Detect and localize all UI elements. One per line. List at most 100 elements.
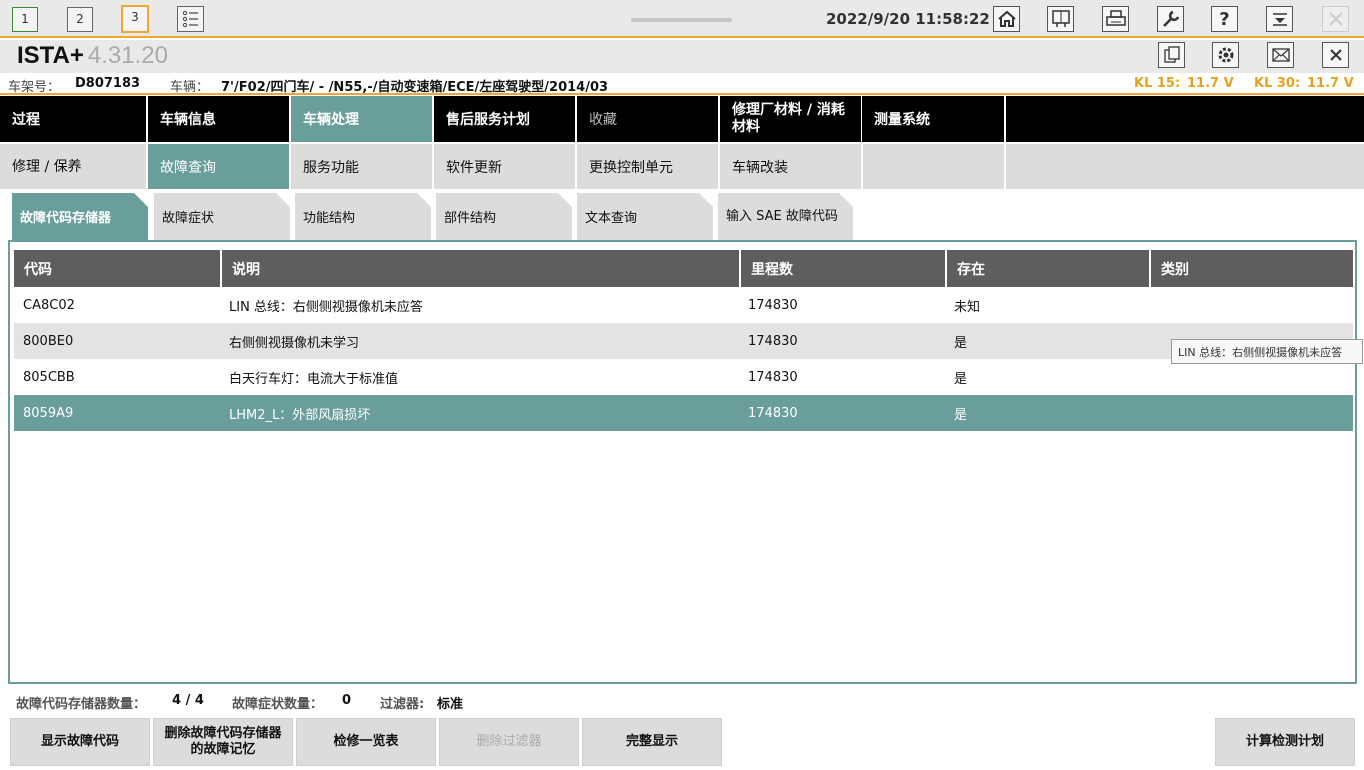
nav-workshop-materials[interactable]: 修理厂材料 / 消耗材料 <box>720 96 861 142</box>
delete-fault-memory-line2: 的故障记忆 <box>190 742 256 757</box>
tab-fault-memory[interactable]: 故障代码存储器 <box>12 193 148 240</box>
tools-button[interactable] <box>1157 6 1184 32</box>
kl15-label: KL 15: <box>1134 76 1181 91</box>
cell-mileage: 174830 <box>748 405 798 421</box>
cell-present: 未知 <box>954 299 981 315</box>
gear-icon <box>1218 47 1233 63</box>
tab-function-structure[interactable]: 功能结构 <box>295 193 431 240</box>
list-icon <box>182 10 198 28</box>
nav-measuring-system[interactable]: 测量系统 <box>862 96 1004 142</box>
table-row[interactable]: CA8C02 LIN 总线：右侧侧视摄像机未应答 174830 未知 <box>14 287 1353 323</box>
settings-button[interactable] <box>1212 42 1239 68</box>
nav-vehicle-treatment[interactable]: 车辆处理 <box>291 96 432 142</box>
column-header-code[interactable]: 代码 <box>14 250 220 287</box>
full-display-button[interactable]: 完整显示 <box>582 718 722 766</box>
fault-count-label: 故障代码存储器数量： <box>16 697 147 712</box>
vehicle-info-bar: 车架号： D807183 车辆： 7'/F02/四门车/ - /N55,-/自动… <box>0 73 1364 95</box>
subnav-empty-2 <box>1006 144 1364 189</box>
kl30-label: KL 30: <box>1254 76 1301 91</box>
main-nav: 过程 车辆信息 车辆处理 售后服务计划 收藏 修理厂材料 / 消耗材料 测量系统 <box>0 96 1364 142</box>
home-button[interactable] <box>993 6 1020 32</box>
cell-description: 右侧侧视摄像机未学习 <box>229 335 360 351</box>
cell-description: LIN 总线：右侧侧视摄像机未应答 <box>229 299 423 315</box>
home-icon <box>997 10 1016 27</box>
subnav-repair-maintenance[interactable]: 修理 / 保养 <box>0 144 146 189</box>
subnav-replace-ecu[interactable]: 更换控制单元 <box>577 144 718 189</box>
close-icon <box>1328 12 1343 26</box>
column-header-description[interactable]: 说明 <box>220 250 739 287</box>
close-session-button[interactable] <box>1322 42 1349 68</box>
cell-code: 8059A9 <box>23 405 74 421</box>
app-version: 4.31.20 <box>87 42 168 69</box>
cell-description: 白天行车灯：电流大于标准值 <box>229 371 399 387</box>
drag-handle[interactable] <box>631 18 732 22</box>
delete-fault-memory-line1: 删除故障代码存储器 <box>164 726 282 741</box>
column-header-present[interactable]: 存在 <box>945 250 1149 287</box>
table-row[interactable]: 805CBB 白天行车灯：电流大于标准值 174830 是 <box>14 359 1353 395</box>
vin-value: D807183 <box>75 76 141 91</box>
delete-filter-button[interactable]: 删除过滤器 <box>439 718 579 766</box>
cell-code: 805CBB <box>23 369 75 385</box>
table-row-selected[interactable]: 8059A9 LHM2_L：外部风扇损坏 174830 是 <box>14 395 1353 431</box>
vehicle-label: 车辆： <box>170 80 210 95</box>
close-window-button[interactable] <box>1322 6 1349 32</box>
filter-label: 过滤器: <box>380 697 425 712</box>
list-menu-button[interactable] <box>177 6 204 32</box>
app-name: ISTA+ <box>17 42 84 69</box>
print-button[interactable] <box>1102 6 1129 32</box>
sub-nav: 修理 / 保养 故障查询 服务功能 软件更新 更换控制单元 车辆改装 <box>0 144 1364 189</box>
measure-button[interactable] <box>1047 6 1074 32</box>
repair-list-button[interactable]: 检修一览表 <box>296 718 436 766</box>
show-fault-codes-button[interactable]: 显示故障代码 <box>10 718 150 766</box>
app-title: ISTA+ 4.31.20 <box>17 42 168 70</box>
vehicle-value: 7'/F02/四门车/ - /N55,-/自动变速箱/ECE/左座驾驶型/201… <box>221 80 609 95</box>
delete-fault-memory-button[interactable]: 删除故障代码存储器 的故障记忆 <box>153 718 293 766</box>
table-header: 代码 说明 里程数 存在 类别 <box>14 250 1353 287</box>
cell-mileage: 174830 <box>748 369 798 385</box>
bottom-action-bar: 显示故障代码 删除故障代码存储器 的故障记忆 检修一览表 删除过滤器 完整显示 … <box>0 716 1364 768</box>
nav-empty <box>1006 96 1364 142</box>
workspace-3-button[interactable]: 3 <box>121 5 149 33</box>
column-header-mileage[interactable]: 里程数 <box>739 250 945 287</box>
documents-button[interactable] <box>1158 42 1185 68</box>
column-header-category[interactable]: 类别 <box>1149 250 1353 287</box>
filter-value: 标准 <box>437 697 464 712</box>
tab-sae-code-input[interactable]: 输入 SAE 故障代码 <box>718 193 853 240</box>
nav-vehicle-info[interactable]: 车辆信息 <box>148 96 289 142</box>
fault-count-value: 4 / 4 <box>172 693 204 708</box>
workspace-1-button[interactable]: 1 <box>12 7 38 32</box>
nav-service-plan[interactable]: 售后服务计划 <box>434 96 575 142</box>
wrench-icon <box>1162 10 1179 27</box>
subnav-software-update[interactable]: 软件更新 <box>434 144 575 189</box>
help-button[interactable]: ? <box>1211 6 1238 32</box>
envelope-icon <box>1271 48 1290 62</box>
description-tooltip: LIN 总线：右侧侧视摄像机未应答 <box>1171 339 1363 364</box>
kl15-value: 11.7 V <box>1187 76 1234 91</box>
close-icon <box>1329 49 1342 61</box>
workspace-2-button[interactable]: 2 <box>67 7 93 32</box>
cell-present: 是 <box>954 371 968 387</box>
message-button[interactable] <box>1267 42 1294 68</box>
subnav-fault-query[interactable]: 故障查询 <box>148 144 289 189</box>
measure-device-icon <box>1051 10 1070 27</box>
tab-component-structure[interactable]: 部件结构 <box>436 193 572 240</box>
app-header: ISTA+ 4.31.20 <box>0 40 1364 73</box>
table-row[interactable]: 800BE0 右侧侧视摄像机未学习 174830 是 <box>14 323 1353 359</box>
tab-fault-symptoms[interactable]: 故障症状 <box>154 193 290 240</box>
minimize-icon <box>1272 13 1287 26</box>
kl30-value: 11.7 V <box>1307 76 1354 91</box>
subnav-vehicle-modification[interactable]: 车辆改装 <box>720 144 861 189</box>
tab-text-search[interactable]: 文本查询 <box>577 193 713 240</box>
vin-label: 车架号： <box>8 80 61 95</box>
cell-code: CA8C02 <box>23 297 75 313</box>
cell-present: 是 <box>954 407 968 423</box>
datetime-display: 2022/9/20 11:58:22 <box>826 10 990 28</box>
minimize-button[interactable] <box>1266 6 1293 32</box>
printer-icon <box>1105 10 1126 26</box>
symptom-count-label: 故障症状数量： <box>232 697 324 712</box>
calculate-test-plan-button[interactable]: 计算检测计划 <box>1215 718 1355 766</box>
help-icon: ? <box>1219 8 1230 30</box>
subnav-service-functions[interactable]: 服务功能 <box>291 144 432 189</box>
nav-process[interactable]: 过程 <box>0 96 146 142</box>
nav-favorites[interactable]: 收藏 <box>577 96 718 142</box>
